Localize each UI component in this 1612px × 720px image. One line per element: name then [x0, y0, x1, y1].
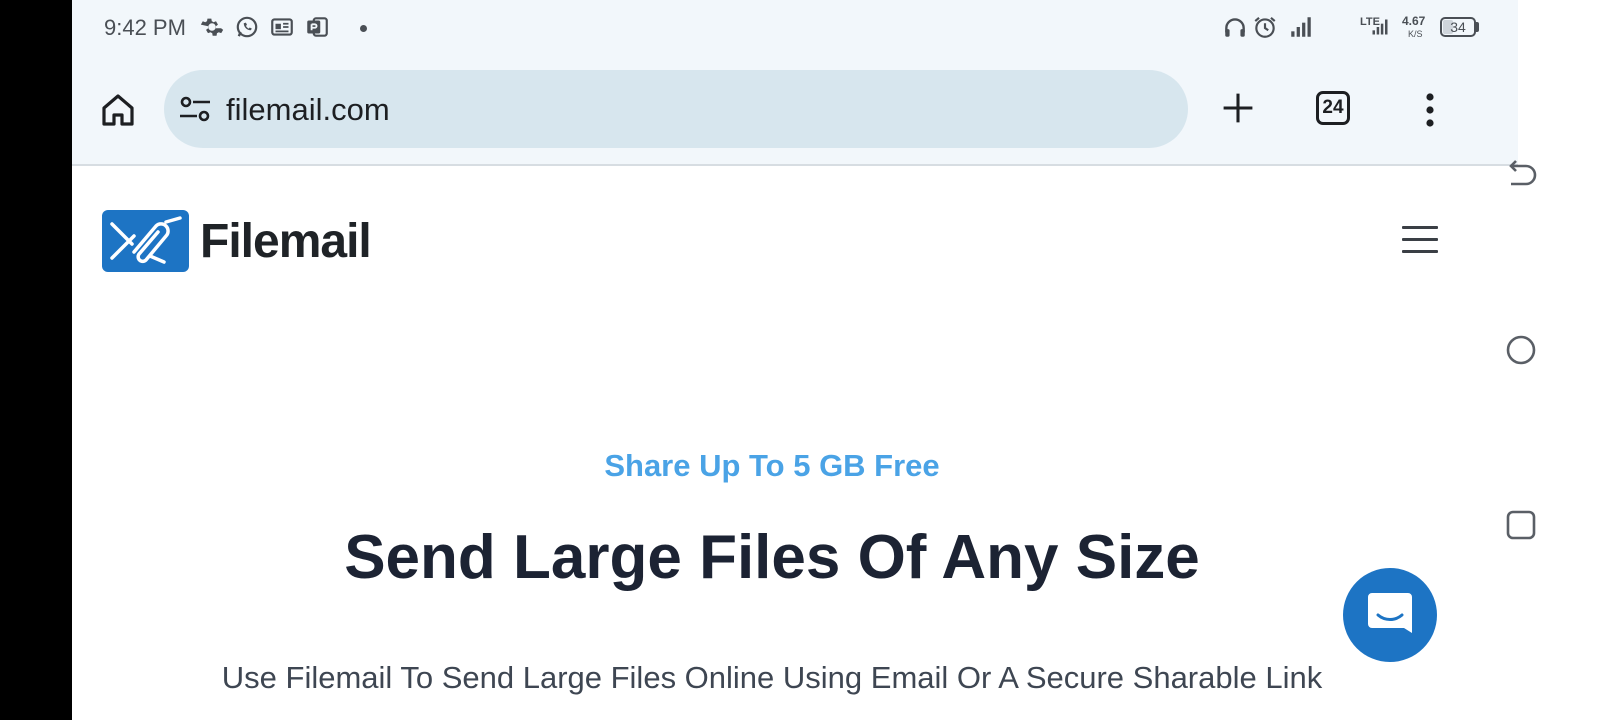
square-icon — [1506, 510, 1536, 540]
site-header: Filemail — [72, 166, 1518, 316]
signal-icon — [1370, 17, 1390, 37]
nav-home-button[interactable] — [1501, 330, 1541, 370]
status-time: 9:42 PM — [104, 15, 186, 40]
network-speed-unit: K/S — [1408, 29, 1423, 39]
url-text[interactable]: filemail.com — [226, 92, 390, 128]
plus-icon — [1223, 93, 1253, 123]
chat-support-button[interactable] — [1343, 568, 1437, 662]
new-tab-button[interactable] — [1216, 86, 1260, 130]
hero-title: Send Large Files Of Any Size — [344, 523, 1200, 592]
back-icon — [1509, 160, 1537, 186]
network-speed-value: 4.67 — [1402, 14, 1426, 28]
filemail-logo-icon[interactable] — [102, 210, 189, 272]
news-icon — [269, 14, 295, 40]
circle-icon — [1506, 335, 1536, 365]
home-icon — [102, 94, 134, 126]
browser-menu-button[interactable] — [1412, 86, 1448, 134]
address-bar[interactable]: filemail.com — [164, 70, 1188, 148]
hero-subtitle: Use Filemail To Send Large Files Online … — [221, 660, 1323, 695]
settings-icon — [199, 14, 225, 40]
brand-name[interactable]: Filemail — [200, 214, 372, 269]
powerpoint-icon — [304, 14, 330, 40]
recents-button[interactable] — [1501, 505, 1541, 545]
hamburger-menu-button[interactable] — [1398, 222, 1444, 258]
battery-tip — [1476, 22, 1479, 32]
tab-switcher-button[interactable]: 24 — [1316, 91, 1350, 125]
alarm-icon — [1252, 14, 1278, 40]
battery-level: 34 — [1450, 19, 1466, 35]
hero-eyebrow: Share Up To 5 GB Free — [604, 448, 940, 483]
notification-dot — [360, 25, 367, 32]
left-black-edge — [0, 0, 72, 720]
browser-toolbar: filemail.com 24 — [72, 58, 1518, 166]
status-bar: 9:42 PM LTE 4.67 K/S 34 — [72, 0, 1518, 58]
chat-icon — [1368, 593, 1412, 633]
back-button[interactable] — [1501, 155, 1541, 195]
phone-screen: 9:42 PM LTE 4.67 K/S 34 filemail.com 24 … — [72, 0, 1518, 720]
whatsapp-icon — [234, 14, 260, 40]
more-vertical-icon — [1426, 93, 1434, 127]
signal-icon — [1288, 14, 1314, 40]
headphones-icon — [1222, 14, 1248, 40]
home-button[interactable] — [94, 86, 142, 134]
site-settings-icon[interactable] — [178, 95, 212, 123]
